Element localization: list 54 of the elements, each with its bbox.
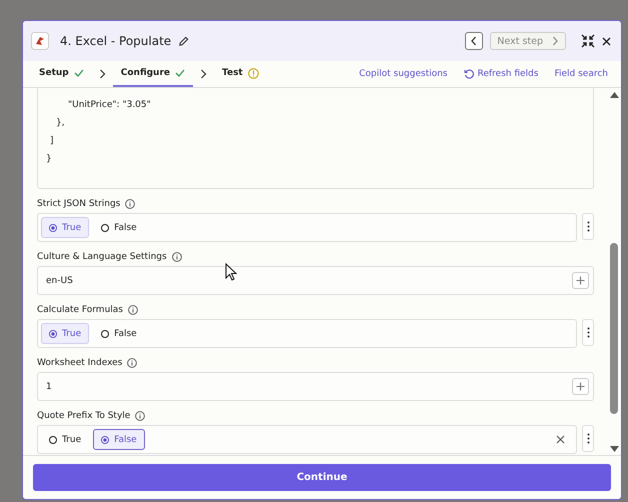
code-line: "UnitPrice": "3.05" [68, 100, 151, 110]
previous-button[interactable] [465, 32, 484, 50]
radio-option[interactable]: True [41, 429, 90, 450]
code-line: } [46, 154, 52, 164]
step-tab[interactable]: Setup [31, 61, 92, 87]
info-icon [135, 410, 146, 420]
radio-option[interactable]: False [93, 323, 145, 344]
info-icon [128, 304, 138, 314]
chevron-left-icon [470, 36, 478, 46]
input-field[interactable]: en-US [37, 266, 594, 295]
field-label: Quote Prefix To Style [37, 410, 130, 420]
action-link[interactable]: Refresh fields [458, 69, 544, 79]
clear-icon[interactable] [556, 435, 565, 444]
cursor-icon [225, 263, 237, 281]
app-logo-icon [31, 32, 49, 50]
radio-option[interactable]: True [41, 217, 90, 238]
chevron-right-icon [551, 36, 559, 46]
kebab-icon [586, 433, 590, 444]
radio-option[interactable]: False [93, 217, 145, 238]
code-editor[interactable]: "UnitPrice": "3.05" }, ] } [37, 88, 594, 189]
radio-option[interactable]: True [41, 323, 90, 344]
field-label: Worksheet Indexes [37, 358, 122, 368]
chevron-icon [98, 69, 106, 79]
scroll-down-icon[interactable] [610, 446, 618, 452]
step-tab[interactable]: Test [214, 61, 267, 87]
close-icon[interactable] [602, 36, 611, 46]
chevron-icon [200, 69, 208, 79]
field-label: Strict JSON Strings [37, 198, 120, 208]
info-icon [172, 252, 182, 262]
more-button[interactable] [582, 425, 594, 452]
action-link[interactable]: Field search [549, 69, 613, 79]
plus-icon [576, 276, 585, 285]
input-field[interactable]: 1 [37, 372, 594, 401]
kebab-icon [586, 327, 590, 338]
more-button[interactable] [582, 319, 594, 346]
more-button[interactable] [582, 213, 594, 240]
scroll-up-icon[interactable] [610, 92, 618, 98]
info-icon [127, 358, 138, 368]
code-line: }, [56, 118, 65, 128]
field-label: Calculate Formulas [37, 304, 123, 314]
radio-option[interactable]: False [93, 429, 145, 450]
add-button[interactable] [572, 272, 589, 289]
plus-icon [576, 382, 585, 391]
kebab-icon [586, 221, 590, 232]
step-title: 4. Excel - Populate [60, 34, 172, 48]
info-icon [125, 198, 136, 208]
field-label: Culture & Language Settings [37, 252, 167, 262]
code-line: ] [50, 136, 54, 146]
collapse-icon[interactable] [581, 34, 595, 48]
refresh-icon [464, 69, 474, 79]
action-link[interactable]: Copilot suggestions [354, 69, 452, 79]
add-button[interactable] [572, 378, 589, 395]
continue-button[interactable]: Continue [33, 464, 611, 491]
pencil-icon[interactable] [178, 36, 190, 46]
